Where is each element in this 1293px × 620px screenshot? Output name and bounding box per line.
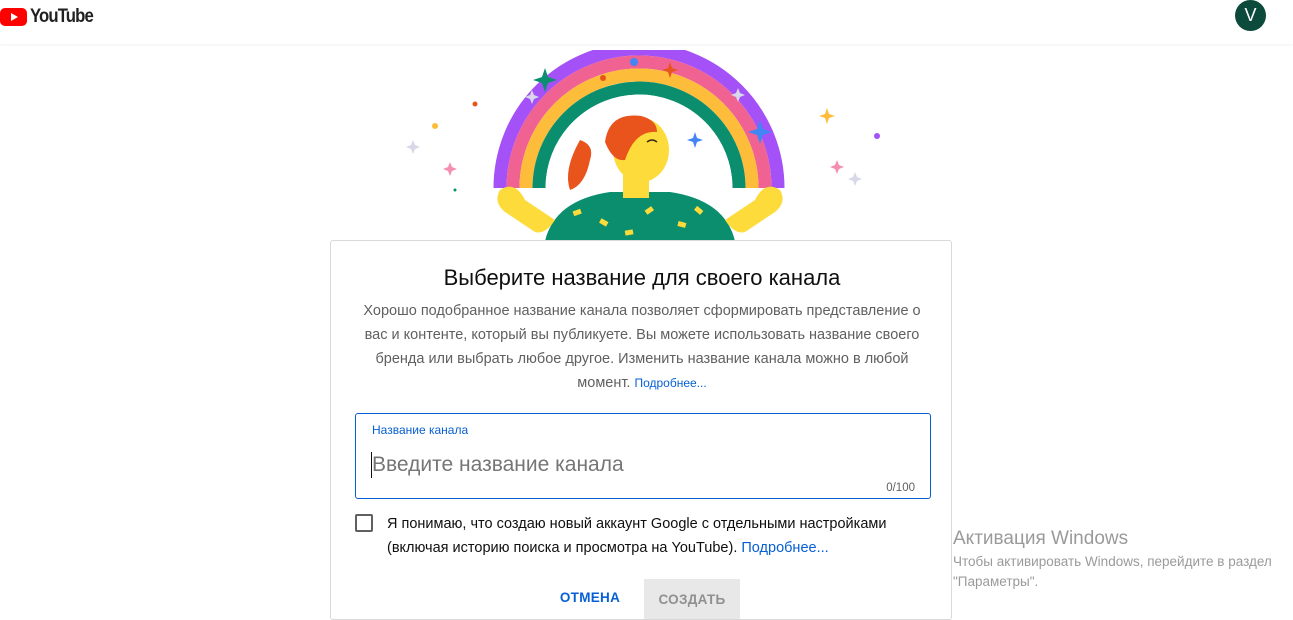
learn-more-link[interactable]: Подробнее...: [634, 376, 706, 390]
youtube-logo-icon: [0, 8, 27, 26]
windows-activation-watermark: Активация Windows Чтобы активировать Win…: [953, 528, 1273, 592]
avatar[interactable]: V: [1235, 0, 1266, 31]
masthead: YouTube V: [0, 0, 1293, 44]
channel-name-label: Название канала: [372, 423, 469, 437]
cancel-button[interactable]: ОТМЕНА: [547, 579, 633, 615]
watermark-title: Активация Windows: [953, 528, 1129, 549]
watermark-subtitle: Чтобы активировать Windows, перейдите в …: [953, 554, 1272, 589]
acknowledge-checkbox[interactable]: [355, 514, 373, 532]
text-caret: [371, 452, 372, 478]
create-button[interactable]: СОЗДАТЬ: [644, 579, 740, 619]
dialog-title: Выберите название для своего канала: [443, 265, 841, 290]
youtube-logo[interactable]: YouTube: [0, 5, 101, 29]
youtube-logo-text: YouTube: [30, 6, 94, 27]
channel-name-input[interactable]: [370, 448, 912, 482]
create-channel-dialog: Выберите название для своего канала Хоро…: [330, 240, 952, 620]
dialog-description: Хорошо подобранное название канала позво…: [355, 299, 929, 395]
acknowledge-learn-more-link[interactable]: Подробнее...: [741, 540, 828, 556]
rainbow-illustration: [406, 50, 880, 241]
char-counter: 0/100: [886, 482, 915, 494]
acknowledge-text: Я понимаю, что создаю новый аккаунт Goog…: [387, 512, 947, 560]
channel-name-field[interactable]: Название канала 0/100: [355, 413, 931, 499]
